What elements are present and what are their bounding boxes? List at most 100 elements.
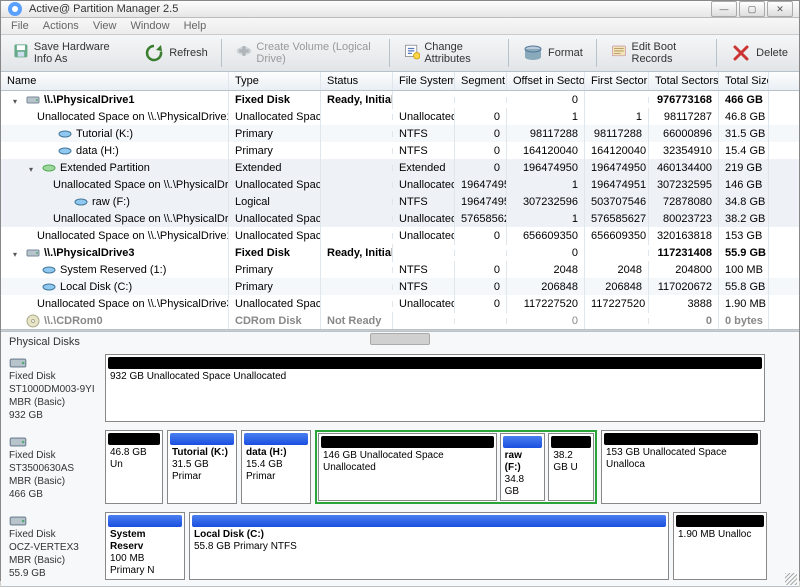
toolbar-create-button: Create Volume (Logical Drive): [228, 37, 383, 69]
table-row[interactable]: data (H:)PrimaryNTFS01641200401641200403…: [1, 142, 799, 159]
toolbar-save-button[interactable]: Save Hardware Info As: [5, 37, 132, 69]
table-row[interactable]: System Reserved (1:)PrimaryNTFS020482048…: [1, 261, 799, 278]
row-name: Extended Partition: [60, 162, 150, 174]
drive-icon: [9, 512, 27, 526]
column-header[interactable]: Segment: [455, 72, 507, 90]
disk-map: System Reserv100 MB Primary NLocal Disk …: [105, 512, 791, 580]
partition-bar: [503, 436, 543, 448]
row-name: Unallocated Space on \\.\PhysicalDrive3: [37, 298, 229, 310]
toolbar-boot-button[interactable]: Edit Boot Records: [603, 37, 711, 69]
partition-grid[interactable]: NameTypeStatusFile SystemSegmentOffset i…: [1, 72, 799, 330]
expand-icon[interactable]: [29, 163, 38, 172]
toolbar-attr-button[interactable]: Change Attributes: [396, 37, 503, 69]
table-row[interactable]: Local Disk (C:)PrimaryNTFS02068482068481…: [1, 278, 799, 295]
row-name: Unallocated Space on \\.\PhysicalDrive1: [53, 213, 229, 225]
partition-label: 153 GB Unallocated Space Unalloca: [606, 447, 727, 470]
toolbar-delete-button[interactable]: Delete: [723, 37, 795, 69]
table-row[interactable]: Unallocated Space on \\.\PhysicalDrive1U…: [1, 227, 799, 244]
column-header[interactable]: Total Size: [719, 72, 769, 90]
ext-icon: [42, 161, 56, 175]
title-bar[interactable]: Active@ Partition Manager 2.5 — ▢ ✕: [1, 1, 799, 18]
toolbar-format-button[interactable]: Format: [515, 37, 590, 69]
app-icon: [7, 1, 23, 17]
table-row[interactable]: \\.\PhysicalDrive1Fixed DiskReady, Initi…: [1, 91, 799, 108]
menu-view[interactable]: View: [87, 18, 123, 34]
partition-bar: [108, 515, 182, 527]
extended-partition[interactable]: 146 GB Unallocated Space Unallocated raw …: [315, 430, 597, 504]
partition-bar: [244, 433, 308, 445]
row-name: data (H:): [76, 145, 119, 157]
toolbar: Save Hardware Info AsRefresh Create Volum…: [1, 35, 799, 72]
grid-scrollbar[interactable]: [1, 330, 799, 331]
disk-map: 932 GB Unallocated Space Unallocated: [105, 354, 791, 422]
partition-label: 146 GB Unallocated Space Unallocated: [323, 450, 444, 473]
table-row[interactable]: \\.\PhysicalDrive3Fixed DiskReady, Initi…: [1, 244, 799, 261]
expand-icon[interactable]: [13, 248, 22, 257]
disk-mbr: MBR (Basic): [9, 554, 99, 567]
minimize-button[interactable]: —: [711, 1, 737, 17]
disk-info: Fixed DiskST3500630ASMBR (Basic)466 GB: [9, 430, 99, 504]
menu-bar: FileActionsViewWindowHelp: [1, 18, 799, 35]
partition-bar: [108, 433, 160, 445]
column-header[interactable]: Status: [321, 72, 393, 90]
table-row[interactable]: Unallocated Space on \\.\PhysicalDrive1U…: [1, 108, 799, 125]
table-row[interactable]: Unallocated Space on \\.\PhysicalDrive1U…: [1, 210, 799, 227]
table-row[interactable]: Unallocated Space on \\.\PhysicalDrive1U…: [1, 176, 799, 193]
partition-slot[interactable]: 932 GB Unallocated Space Unallocated: [105, 354, 765, 422]
row-name: Local Disk (C:): [60, 281, 132, 293]
menu-window[interactable]: Window: [124, 18, 175, 34]
partition-bar: [321, 436, 494, 448]
disk-model: ST1000DM003-9YI: [9, 383, 99, 396]
table-row[interactable]: \\.\CDRom0CDRom DiskNot Ready000 bytes: [1, 312, 799, 329]
disk-row: Fixed DiskST3500630ASMBR (Basic)466 GB46…: [1, 428, 799, 510]
disk-map: 46.8 GB UnTutorial (K:)31.5 GB Primardat…: [105, 430, 791, 504]
row-name: Tutorial (K:): [76, 128, 133, 140]
partition-slot[interactable]: System Reserv100 MB Primary N: [105, 512, 185, 580]
column-header[interactable]: Type: [229, 72, 321, 90]
partition-slot[interactable]: Local Disk (C:)55.8 GB Primary NTFS: [189, 512, 669, 580]
expand-icon[interactable]: [13, 95, 22, 104]
column-header[interactable]: File System: [393, 72, 455, 90]
close-button[interactable]: ✕: [767, 1, 793, 17]
column-header[interactable]: Offset in Sectors: [507, 72, 585, 90]
vol-icon: [58, 127, 72, 141]
partition-slot[interactable]: 153 GB Unallocated Space Unalloca: [601, 430, 761, 504]
resize-grip[interactable]: [785, 573, 797, 585]
drive-icon: [26, 246, 40, 260]
table-row[interactable]: Extended PartitionExtendedExtended019647…: [1, 159, 799, 176]
column-header[interactable]: Total Sectors: [649, 72, 719, 90]
partition-bar: [192, 515, 666, 527]
toolbar-separator: [596, 39, 597, 67]
table-row[interactable]: raw (F:)LogicalNTFS196474950307232596503…: [1, 193, 799, 210]
toolbar-label: Delete: [756, 47, 788, 59]
partition-label: 38.2 GB U: [553, 450, 577, 473]
toolbar-refresh-button[interactable]: Refresh: [136, 37, 215, 69]
partition-slot[interactable]: 46.8 GB Un: [105, 430, 163, 504]
table-row[interactable]: Tutorial (K:)PrimaryNTFS0981172889811728…: [1, 125, 799, 142]
menu-file[interactable]: File: [5, 18, 35, 34]
menu-actions[interactable]: Actions: [37, 18, 85, 34]
partition-slot[interactable]: 1.90 MB Unalloc: [673, 512, 767, 580]
column-header[interactable]: First Sector: [585, 72, 649, 90]
save-icon: [12, 42, 30, 64]
partition-bar: [676, 515, 764, 527]
vol-icon: [42, 280, 56, 294]
grid-header[interactable]: NameTypeStatusFile SystemSegmentOffset i…: [1, 72, 799, 91]
partition-slot[interactable]: Tutorial (K:)31.5 GB Primar: [167, 430, 237, 504]
table-row[interactable]: Unallocated Space on \\.\PhysicalDrive3U…: [1, 295, 799, 312]
maximize-button[interactable]: ▢: [739, 1, 765, 17]
partition-bar: [108, 357, 762, 369]
partition-slot[interactable]: 146 GB Unallocated Space Unallocated: [318, 433, 497, 501]
partition-slot[interactable]: data (H:)15.4 GB Primar: [241, 430, 311, 504]
menu-help[interactable]: Help: [178, 18, 213, 34]
grid-body: \\.\PhysicalDrive1Fixed DiskReady, Initi…: [1, 91, 799, 330]
partition-label: 31.5 GB Primar: [172, 459, 209, 482]
partition-slot[interactable]: 38.2 GB U: [548, 433, 594, 501]
row-name: Unallocated Space on \\.\PhysicalDrive1: [37, 111, 229, 123]
column-header[interactable]: Name: [1, 72, 229, 90]
partition-slot[interactable]: raw (F:)34.8 GB: [500, 433, 546, 501]
attr-icon: [403, 42, 421, 64]
scrollbar-thumb[interactable]: [370, 333, 430, 345]
app-window: Active@ Partition Manager 2.5 — ▢ ✕ File…: [0, 0, 800, 581]
refresh-icon: [143, 42, 165, 64]
